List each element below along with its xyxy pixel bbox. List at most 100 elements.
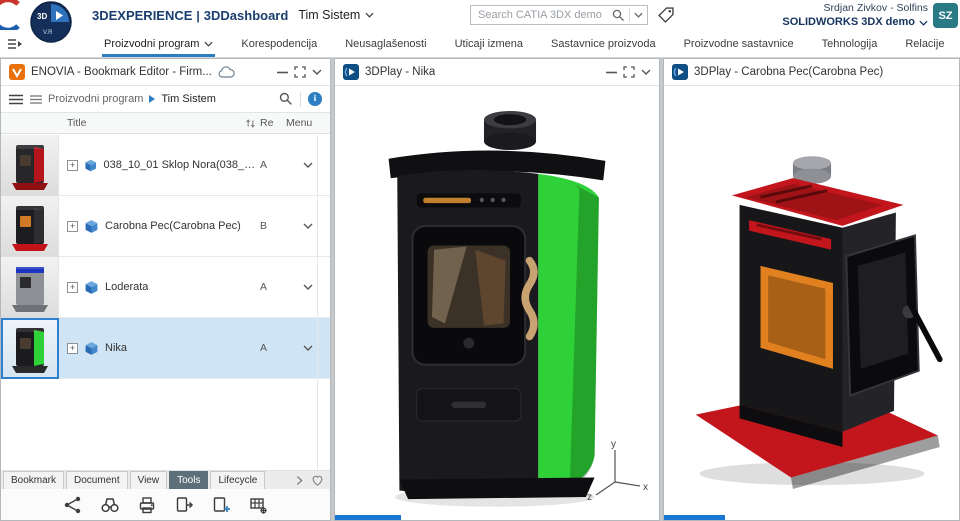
product-thumbnail [1, 257, 59, 318]
loading-progress-bar [335, 515, 401, 520]
widget-header: 3DPlay - Carobna Pec(Carobna Pec) [664, 59, 959, 86]
tab-bookmark[interactable]: Bookmark [3, 471, 64, 489]
avatar[interactable]: SZ [933, 3, 958, 28]
item-revision: A [260, 342, 286, 354]
bookmark-footer: Bookmark Document View Tools Lifecycle [1, 470, 330, 520]
user-name: Srdjan Zivkov - Solfins [782, 2, 928, 15]
3dplay-widget-carobna-pec: 3DPlay - Carobna Pec(Carobna Pec) [663, 58, 960, 521]
tab-proizvodne-sastavnice[interactable]: Proizvodne sastavnice [682, 30, 796, 57]
global-search [470, 5, 648, 25]
search-options-chevron-icon[interactable] [634, 12, 643, 18]
widget-header: ENOVIA - Bookmark Editor - Firm... [1, 59, 330, 86]
minimize-icon[interactable] [277, 71, 288, 74]
brand-divider: | [196, 9, 199, 23]
expand-node-button[interactable]: + [67, 282, 78, 293]
expand-node-button[interactable]: + [67, 221, 78, 232]
tab-lifecycle[interactable]: Lifecycle [210, 471, 265, 489]
3d-viewport[interactable]: y z x [335, 87, 659, 520]
item-title: 038_10_01 Sklop Nora(038_10_0... [103, 159, 260, 171]
dashboard-name: Tim Sistem [298, 8, 360, 22]
add-document-icon[interactable] [211, 495, 231, 515]
product-cube-icon [84, 341, 99, 356]
3dexperience-compass-logo[interactable]: 3D V.R [30, 1, 72, 43]
printer-icon[interactable] [137, 495, 157, 515]
user-menu-chevron-icon [919, 20, 928, 26]
share-network-icon[interactable] [63, 495, 83, 515]
maximize-icon[interactable] [623, 66, 635, 78]
binoculars-search-icon[interactable] [100, 495, 120, 515]
search-icon[interactable] [612, 9, 625, 22]
app-name: 3DDashboard [204, 8, 289, 23]
widget-menu-chevron-icon[interactable] [312, 69, 322, 75]
breadcrumb: Proizvodni program Tim Sistem [30, 93, 216, 105]
breadcrumb-root[interactable]: Proizvodni program [48, 93, 143, 105]
table-row-sklop-nora[interactable]: + 038_10_01 Sklop Nora(038_10_0... A [1, 135, 330, 196]
tab-document[interactable]: Document [66, 471, 128, 489]
brand-title: 3DEXPERIENCE | 3DDashboard [92, 8, 288, 23]
table-settings-icon[interactable] [248, 495, 268, 515]
item-title: Loderata [105, 281, 148, 293]
dashboard-selector[interactable]: Tim Sistem [298, 8, 374, 22]
maximize-icon[interactable] [294, 66, 306, 78]
sort-icon[interactable] [245, 118, 256, 129]
tab-tehnologija[interactable]: Tehnologija [820, 30, 880, 57]
brand-name: 3DEXPERIENCE [92, 8, 192, 23]
dassault-systemes-logo [0, 0, 26, 30]
tools-toolbar [1, 489, 330, 520]
sidebar-toggle-icon[interactable] [0, 30, 30, 57]
favorites-heart-icon[interactable] [311, 474, 324, 486]
scrollbar-track[interactable] [317, 135, 318, 470]
row-menu-chevron-icon[interactable] [286, 223, 330, 229]
minimize-icon[interactable] [606, 71, 617, 74]
tab-view[interactable]: View [130, 471, 168, 489]
dashboard-tab-bar: Proizvodni program Korespodencija Neusag… [0, 30, 960, 58]
enovia-app-icon [9, 64, 25, 80]
expand-node-button[interactable]: + [67, 343, 78, 354]
panel-menu-icon[interactable] [9, 94, 23, 105]
widget-title: 3DPlay - Nika [365, 66, 435, 78]
3dplay-app-icon [672, 64, 688, 80]
loading-progress-bar [664, 515, 725, 520]
export-document-icon[interactable] [174, 495, 194, 515]
bookmark-editor-widget: ENOVIA - Bookmark Editor - Firm... Proiz… [0, 58, 331, 521]
tab-sastavnice-proizvoda[interactable]: Sastavnice proizvoda [549, 30, 658, 57]
breadcrumb-arrow-icon [149, 95, 155, 103]
row-menu-chevron-icon[interactable] [286, 284, 330, 290]
bookmark-toolbar: Proizvodni program Tim Sistem i [1, 86, 330, 113]
axis-triad: y z x [581, 438, 651, 502]
item-title: Nika [105, 342, 127, 354]
stove-3d-model-carobna-pec [669, 113, 955, 495]
row-menu-chevron-icon[interactable] [286, 162, 330, 168]
table-row-loderata[interactable]: + Loderata A [1, 257, 330, 318]
tab-chevron-icon[interactable] [204, 41, 213, 47]
tab-neusaglasenosti[interactable]: Neusaglašenosti [343, 30, 428, 57]
filter-search-icon[interactable] [279, 92, 293, 106]
more-tabs-chevron-icon[interactable] [296, 475, 303, 486]
user-menu[interactable]: Srdjan Zivkov - Solfins SOLIDWORKS 3DX d… [782, 2, 928, 29]
tag-icon[interactable] [658, 7, 674, 23]
item-revision: A [260, 159, 286, 171]
title-column-header: Title [67, 117, 86, 129]
product-cube-icon [84, 280, 99, 295]
info-icon[interactable]: i [308, 92, 322, 106]
tab-tools[interactable]: Tools [169, 471, 208, 489]
widget-menu-chevron-icon[interactable] [641, 69, 651, 75]
tab-proizvodni-program[interactable]: Proizvodni program [102, 30, 215, 57]
tab-uticaji-izmena[interactable]: Uticaji izmena [453, 30, 525, 57]
table-row-nika[interactable]: + Nika A [1, 318, 330, 379]
top-bar: 3D V.R 3DEXPERIENCE | 3DDashboard Tim Si… [0, 0, 960, 30]
platform-name: SOLIDWORKS 3DX demo [782, 16, 915, 29]
toolbar-divider [300, 92, 301, 107]
3dplay-app-icon [343, 64, 359, 80]
product-thumbnail [1, 196, 59, 257]
table-row-carobna-pec[interactable]: + Carobna Pec(Carobna Pec) B [1, 196, 330, 257]
expand-node-button[interactable]: + [67, 160, 78, 171]
3d-viewport[interactable] [664, 87, 959, 520]
row-menu-chevron-icon[interactable] [286, 345, 330, 351]
breadcrumb-current[interactable]: Tim Sistem [161, 93, 216, 105]
search-input[interactable] [478, 9, 612, 21]
product-thumbnail [1, 135, 59, 196]
tab-korespodencija[interactable]: Korespodencija [239, 30, 319, 57]
tab-relacije[interactable]: Relacije [903, 30, 946, 57]
axis-y-label: y [611, 439, 616, 450]
